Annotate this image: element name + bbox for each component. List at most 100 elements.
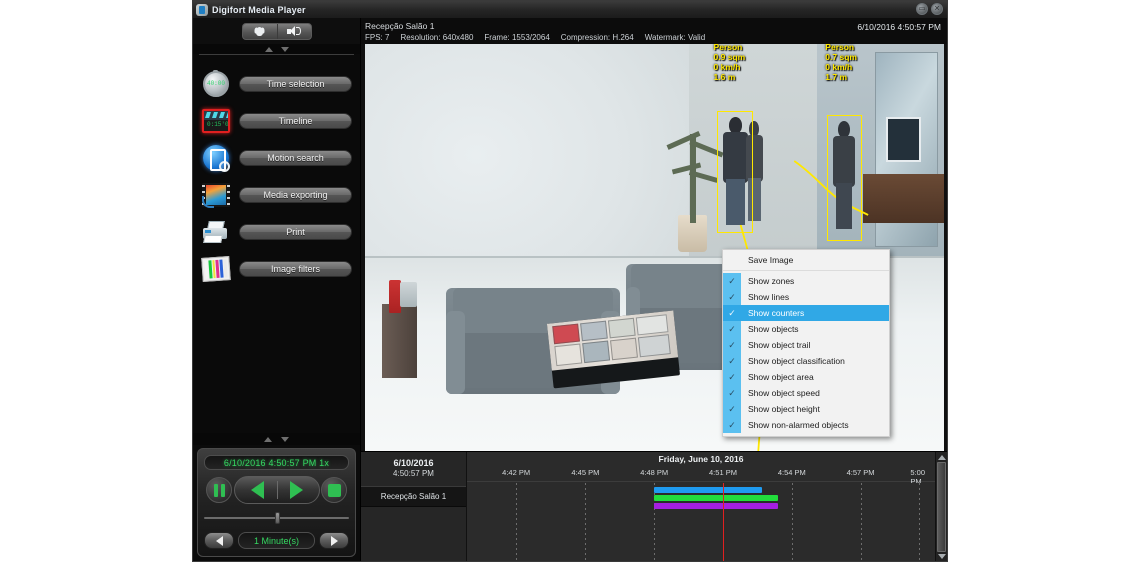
timeline-header-column: 6/10/2016 4:50:57 PM Recepção Salão 1 bbox=[361, 452, 467, 561]
timeline-camera-row-label[interactable]: Recepção Salão 1 bbox=[361, 486, 466, 507]
sidebar-item-print[interactable]: Print bbox=[193, 213, 360, 250]
menu-item-save-image[interactable]: Save Image bbox=[723, 252, 889, 268]
playback-scroll-arrows[interactable] bbox=[193, 433, 360, 445]
menu-item-show-lines[interactable]: Show lines bbox=[723, 289, 889, 305]
check-icon bbox=[723, 305, 741, 321]
scroll-down-icon[interactable] bbox=[937, 554, 946, 559]
hand-tool-button[interactable] bbox=[243, 24, 277, 39]
pause-button[interactable] bbox=[206, 477, 232, 503]
play-direction-buttons bbox=[233, 476, 320, 504]
step-interval-value[interactable]: 1 Minute(s) bbox=[238, 532, 315, 549]
timeline-canvas[interactable] bbox=[467, 483, 935, 561]
play-forward-button[interactable] bbox=[276, 481, 315, 499]
timeline-tick: 4:51 PM bbox=[709, 468, 737, 477]
close-icon: ✕ bbox=[934, 5, 940, 13]
close-button[interactable]: ✕ bbox=[931, 3, 943, 15]
media-player-window: Digifort Media Player ▭ ✕ 40:00 Time sel… bbox=[192, 0, 948, 562]
timeline-track-area[interactable]: Friday, June 10, 2016 4:42 PM 4:45 PM 4:… bbox=[467, 452, 935, 561]
menu-item-show-object-speed[interactable]: Show object speed bbox=[723, 385, 889, 401]
motion-search-icon bbox=[199, 143, 233, 173]
sidebar-label-motion-search[interactable]: Motion search bbox=[239, 149, 352, 166]
stop-button[interactable] bbox=[321, 477, 347, 503]
menu-item-show-counters[interactable]: Show counters bbox=[723, 305, 889, 321]
detection-label-2: Person 0.7 sqm 0 km/h 1.7 m bbox=[825, 44, 857, 82]
recording-track-blue[interactable] bbox=[654, 487, 762, 493]
timeline-gridline bbox=[585, 483, 587, 561]
menu-separator bbox=[723, 270, 889, 271]
clock-icon-text: 40:00 bbox=[206, 80, 225, 87]
arrow-right-icon bbox=[330, 535, 338, 546]
playback-time-readout: 6/10/2016 4:50:57 PM 1x bbox=[204, 455, 349, 470]
window-body: 40:00 Time selection 0:15'00 Timeline Mo… bbox=[193, 18, 947, 561]
film-slate-icon-text: 0:15'00 bbox=[207, 120, 230, 128]
frame-value: Frame: 1553/2064 bbox=[484, 33, 550, 42]
menu-item-show-object-height[interactable]: Show object height bbox=[723, 401, 889, 417]
panel-scroll-up-icon[interactable] bbox=[264, 436, 272, 442]
scrollbar-thumb[interactable] bbox=[937, 462, 946, 552]
media-export-icon bbox=[199, 180, 233, 210]
speed-slider[interactable] bbox=[204, 512, 349, 524]
transport-panel: 6/10/2016 4:50:57 PM 1x 1 Minute(s) bbox=[197, 448, 356, 557]
panel-scroll-down-icon[interactable] bbox=[281, 436, 289, 442]
scroll-up-icon[interactable] bbox=[264, 46, 273, 52]
timeline-current-datetime: 6/10/2016 4:50:57 PM bbox=[361, 452, 466, 483]
check-icon bbox=[723, 321, 741, 337]
menu-label-show-object-speed: Show object speed bbox=[748, 388, 820, 398]
timeline-gridline bbox=[791, 483, 793, 561]
audio-tool-button[interactable] bbox=[276, 23, 311, 39]
hand-icon bbox=[256, 26, 263, 36]
menu-item-show-object-trail[interactable]: Show object trail bbox=[723, 337, 889, 353]
detection-1-class: Person bbox=[713, 44, 743, 52]
sidebar-label-time-selection[interactable]: Time selection bbox=[239, 75, 352, 92]
title-bar: Digifort Media Player ▭ ✕ bbox=[193, 1, 947, 18]
color-filters-icon bbox=[199, 254, 233, 284]
check-icon bbox=[723, 417, 741, 433]
step-forward-button[interactable] bbox=[319, 532, 349, 549]
menu-item-show-zones[interactable]: Show zones bbox=[723, 273, 889, 289]
menu-item-show-object-area[interactable]: Show object area bbox=[723, 369, 889, 385]
video-timestamp: 6/10/2016 4:50:57 PM bbox=[857, 22, 941, 32]
timeline-time: 4:50:57 PM bbox=[393, 468, 434, 478]
right-panel: Recepção Salão 1 FPS: 7 Resolution: 640x… bbox=[361, 18, 947, 561]
step-backward-button[interactable] bbox=[204, 532, 234, 549]
sidebar-item-media-exporting[interactable]: Media exporting bbox=[193, 176, 360, 213]
sidebar-label-timeline[interactable]: Timeline bbox=[239, 112, 352, 129]
menu-label-show-zones: Show zones bbox=[748, 276, 795, 286]
sidebar-item-time-selection[interactable]: 40:00 Time selection bbox=[193, 65, 360, 102]
scroll-down-icon[interactable] bbox=[280, 46, 289, 52]
menu-item-show-object-classification[interactable]: Show object classification bbox=[723, 353, 889, 369]
timeline-tick: 4:42 PM bbox=[502, 468, 531, 477]
sidebar-label-image-filters[interactable]: Image filters bbox=[239, 260, 352, 277]
arrow-left-icon bbox=[215, 535, 223, 546]
video-context-menu[interactable]: Save Image Show zones Show lines Show co… bbox=[722, 249, 890, 437]
menu-label-show-object-area: Show object area bbox=[748, 372, 814, 382]
clock-icon: 40:00 bbox=[199, 69, 233, 99]
check-icon bbox=[723, 385, 741, 401]
play-backward-button[interactable] bbox=[239, 481, 277, 499]
recording-track-green[interactable] bbox=[654, 495, 779, 501]
sidebar-label-media-exporting[interactable]: Media exporting bbox=[239, 186, 352, 203]
menu-item-show-objects[interactable]: Show objects bbox=[723, 321, 889, 337]
video-viewport[interactable]: Person 0.9 sqm 0 km/h 1.6 m Person 0.7 s… bbox=[365, 44, 944, 451]
menu-item-show-non-alarmed-objects[interactable]: Show non-alarmed objects bbox=[723, 417, 889, 433]
timeline-playhead[interactable] bbox=[722, 483, 724, 561]
sidebar-scroll-top[interactable] bbox=[193, 44, 360, 54]
timeline-tick: 4:45 PM bbox=[571, 468, 600, 477]
timeline-scrollbar[interactable] bbox=[935, 452, 947, 561]
detection-2-area: 0.7 sqm bbox=[825, 51, 857, 62]
fps-value: FPS: 7 bbox=[365, 33, 390, 42]
restore-button[interactable]: ▭ bbox=[916, 3, 928, 15]
sidebar-label-print[interactable]: Print bbox=[239, 223, 352, 240]
watermark-value: Watermark: Valid bbox=[644, 33, 706, 42]
resolution-value: Resolution: 640x480 bbox=[400, 33, 474, 42]
scene-bin bbox=[382, 304, 418, 378]
sidebar-item-image-filters[interactable]: Image filters bbox=[193, 250, 360, 287]
timeline-gridline bbox=[860, 483, 862, 561]
scroll-up-icon[interactable] bbox=[937, 455, 946, 460]
scene-desk bbox=[862, 174, 944, 224]
sidebar-item-timeline[interactable]: 0:15'00 Timeline bbox=[193, 102, 360, 139]
speed-slider-thumb[interactable] bbox=[274, 512, 280, 524]
timeline-tick: 4:48 PM bbox=[640, 468, 669, 477]
recording-track-purple[interactable] bbox=[654, 503, 779, 509]
sidebar-item-motion-search[interactable]: Motion search bbox=[193, 139, 360, 176]
